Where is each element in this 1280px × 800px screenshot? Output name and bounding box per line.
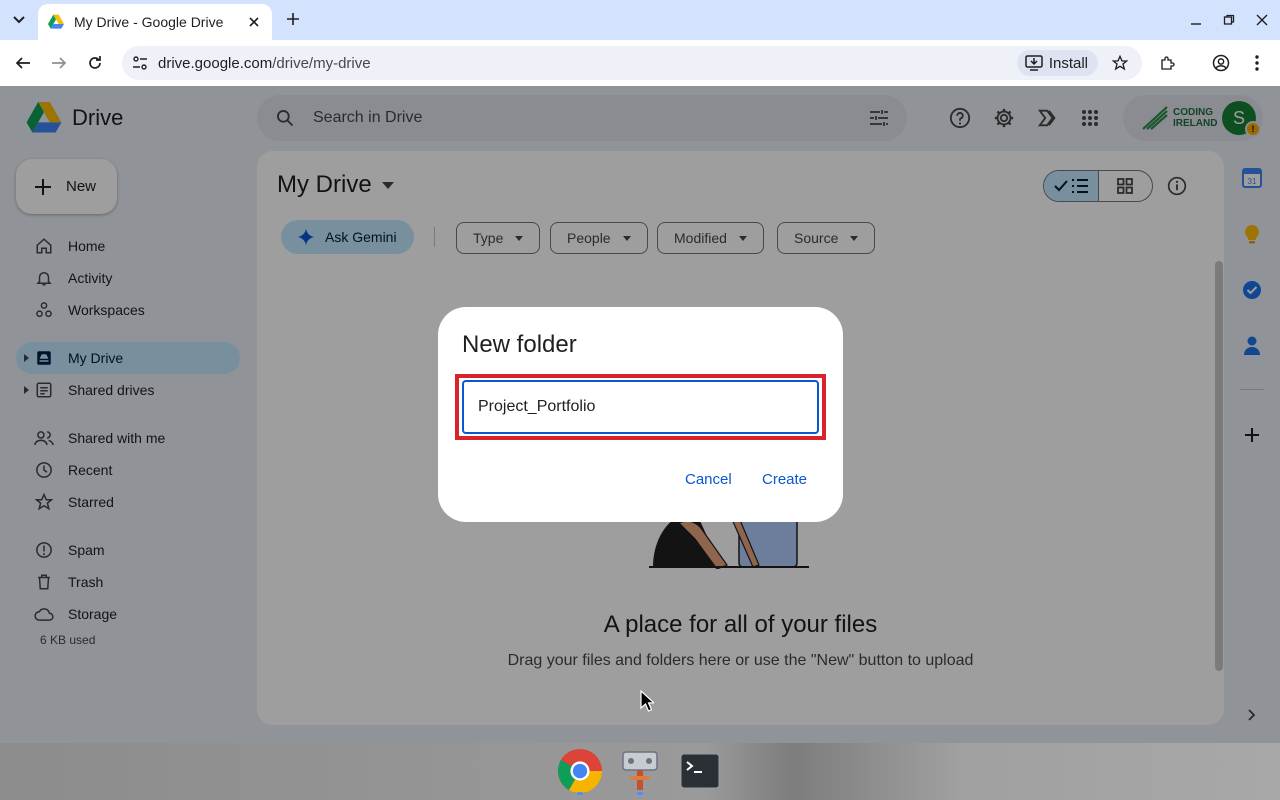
running-indicator [637, 792, 643, 795]
package-tool-icon [622, 751, 658, 790]
install-label: Install [1048, 54, 1088, 72]
chrome-icon [557, 748, 603, 794]
profile-button[interactable] [1209, 51, 1233, 75]
url-host: drive.google.com [158, 54, 273, 72]
bookmark-star-button[interactable] [1108, 51, 1132, 75]
browser-toolbar: drive.google.com/drive/my-drive Install [0, 40, 1280, 86]
taskbar-chrome[interactable] [556, 747, 604, 795]
url-path: /drive/my-drive [272, 54, 371, 72]
taskbar-app-2[interactable] [616, 747, 664, 795]
reload-button[interactable] [83, 51, 107, 75]
os-taskbar [0, 743, 1280, 800]
extensions-button[interactable] [1156, 51, 1180, 75]
arrow-right-icon [52, 57, 67, 69]
window-close-button[interactable] [1252, 10, 1272, 30]
tab-close-button[interactable] [246, 14, 262, 30]
star-outline-icon [1112, 55, 1128, 71]
chevron-down-icon [13, 16, 25, 24]
running-indicator [577, 792, 583, 795]
browser-menu-button[interactable] [1245, 51, 1269, 75]
account-circle-icon [1212, 54, 1230, 72]
install-app-button[interactable]: Install [1016, 50, 1098, 76]
mouse-cursor-icon [640, 690, 654, 712]
tab-search-button[interactable] [6, 8, 32, 32]
restore-icon [1223, 14, 1235, 25]
back-button[interactable] [11, 51, 35, 75]
drive-favicon-icon [48, 14, 64, 29]
close-icon [249, 17, 259, 27]
create-button[interactable]: Create [762, 465, 807, 493]
new-folder-dialog: New folder Project_Portfolio Cancel Crea… [438, 307, 843, 522]
terminal-icon [680, 753, 720, 789]
browser-tab-drive[interactable]: My Drive - Google Drive [38, 4, 272, 40]
arrow-left-icon [15, 57, 30, 69]
folder-name-input[interactable]: Project_Portfolio [462, 380, 819, 434]
browser-tab-strip: My Drive - Google Drive [0, 0, 1280, 40]
address-bar[interactable]: drive.google.com/drive/my-drive Install [122, 46, 1142, 80]
install-icon [1025, 55, 1043, 71]
url-text: drive.google.com/drive/my-drive [158, 55, 1017, 72]
taskbar-terminal[interactable] [676, 747, 724, 795]
reload-icon [89, 56, 101, 69]
plus-icon [287, 13, 299, 25]
puzzle-icon [1161, 56, 1175, 70]
close-icon [1256, 14, 1268, 26]
site-info-icon[interactable] [122, 55, 158, 71]
more-vert-icon [1255, 55, 1259, 71]
minimize-icon [1191, 23, 1201, 25]
dialog-title: New folder [462, 331, 577, 358]
forward-button[interactable] [47, 51, 71, 75]
minimize-button[interactable] [1186, 10, 1206, 30]
new-tab-button[interactable] [282, 8, 304, 30]
tab-title: My Drive - Google Drive [74, 14, 224, 30]
restore-button[interactable] [1219, 10, 1239, 30]
cancel-button[interactable]: Cancel [685, 465, 732, 493]
